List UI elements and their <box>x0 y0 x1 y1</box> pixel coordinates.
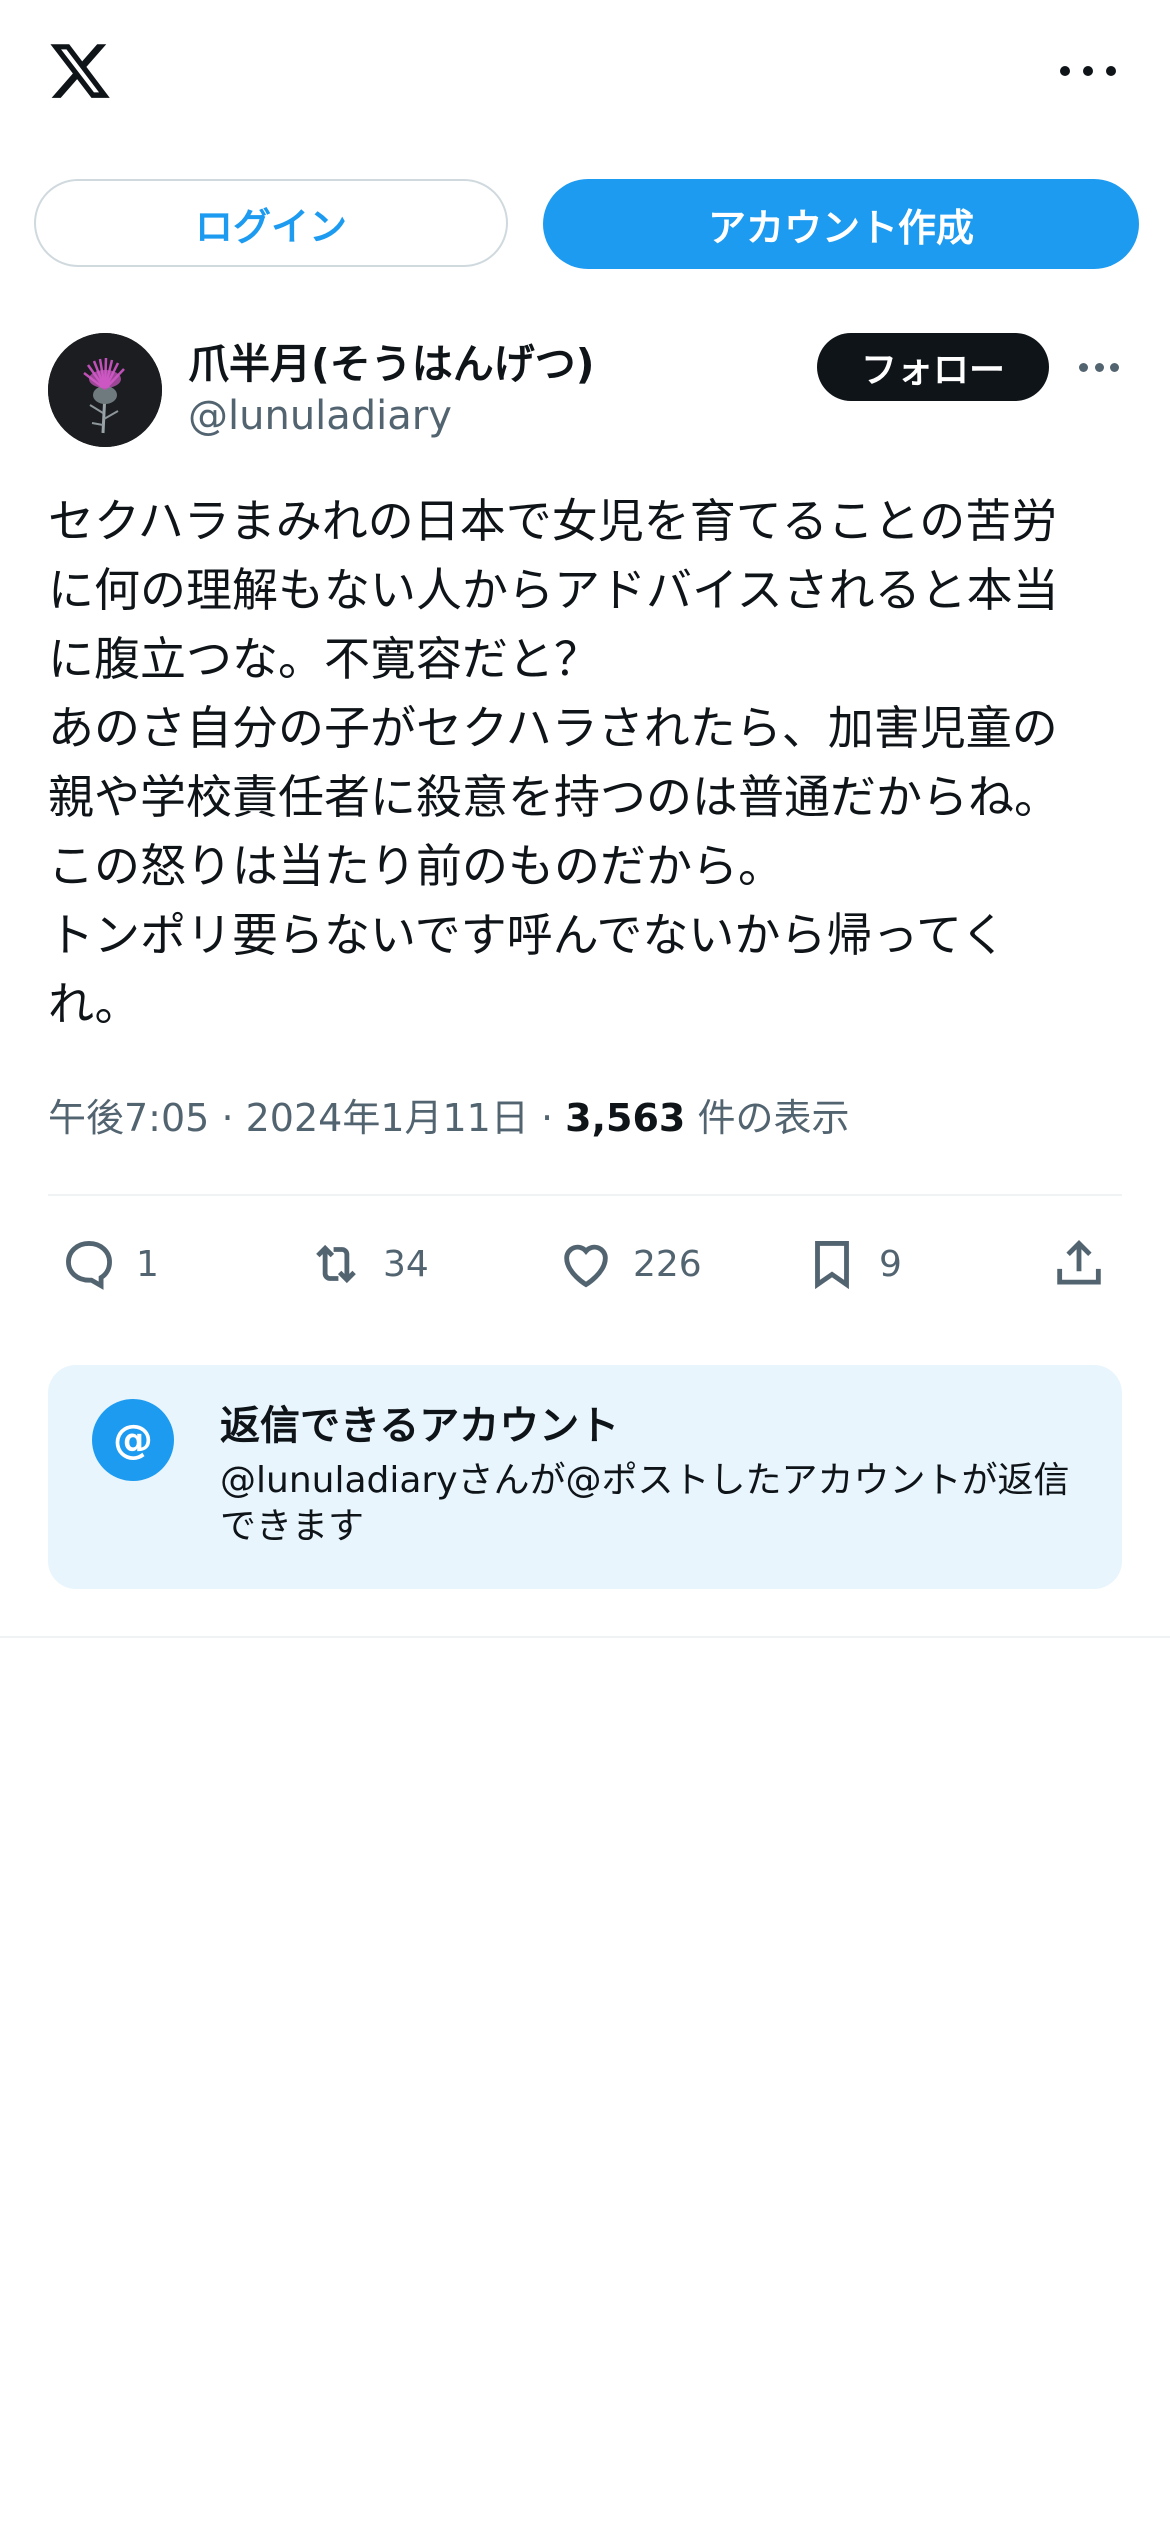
share-button[interactable] <box>1050 1232 1108 1296</box>
reply-settings-title: 返信できるアカウント <box>220 1403 620 1449</box>
top-bar <box>0 0 1170 150</box>
post-meta: 午後7:05 · 2024年1月11日 · 3,563 件の表示 <box>48 1087 849 1142</box>
reply-button[interactable]: 1 <box>60 1232 159 1296</box>
reply-settings-description: @lunuladiaryさんが@ポストしたアカウントが返信できます <box>220 1460 1070 1547</box>
avatar[interactable] <box>48 333 162 447</box>
divider <box>48 1194 1122 1196</box>
more-horizontal-icon[interactable] <box>1060 58 1116 84</box>
share-icon <box>1057 1240 1101 1285</box>
bookmark-count: 9 <box>879 1243 902 1285</box>
heart-icon <box>564 1244 608 1288</box>
like-count: 226 <box>633 1243 702 1285</box>
x-logo-icon[interactable] <box>46 38 114 104</box>
views-count: 3,563 <box>565 1096 686 1140</box>
meta-separator: · <box>540 1096 554 1140</box>
author-display-name[interactable]: 爪半月(そうはんげつ) <box>188 330 594 390</box>
meta-separator: · <box>221 1096 234 1140</box>
reply-count: 1 <box>136 1243 159 1285</box>
reply-settings-box: @ 返信できるアカウント @lunuladiaryさんが@ポストしたアカウントが… <box>48 1365 1122 1589</box>
create-account-button[interactable]: アカウント作成 <box>543 179 1139 269</box>
divider <box>0 1636 1170 1638</box>
login-button[interactable]: ログイン <box>34 179 508 267</box>
thistle-flower-avatar <box>48 333 162 447</box>
bookmark-icon <box>815 1241 849 1290</box>
post-time[interactable]: 午後7:05 <box>48 1096 209 1140</box>
repost-button[interactable]: 34 <box>307 1232 429 1296</box>
reply-icon <box>66 1241 112 1290</box>
repost-icon <box>316 1244 356 1284</box>
views-label: 件の表示 <box>697 1096 850 1140</box>
like-button[interactable]: 226 <box>557 1232 702 1296</box>
at-sign-icon: @ <box>92 1399 174 1481</box>
post-date[interactable]: 2024年1月11日 <box>246 1096 529 1140</box>
follow-button[interactable]: フォロー <box>817 333 1049 401</box>
post-text: セクハラまみれの日本で女児を育てることの苦労 に何の理解もない人からアドバイスさ… <box>48 494 1060 1031</box>
repost-count: 34 <box>383 1243 429 1285</box>
post-more-icon[interactable] <box>1079 360 1119 374</box>
author-handle[interactable]: @lunuladiary <box>188 393 452 439</box>
bookmark-button[interactable]: 9 <box>803 1232 902 1296</box>
